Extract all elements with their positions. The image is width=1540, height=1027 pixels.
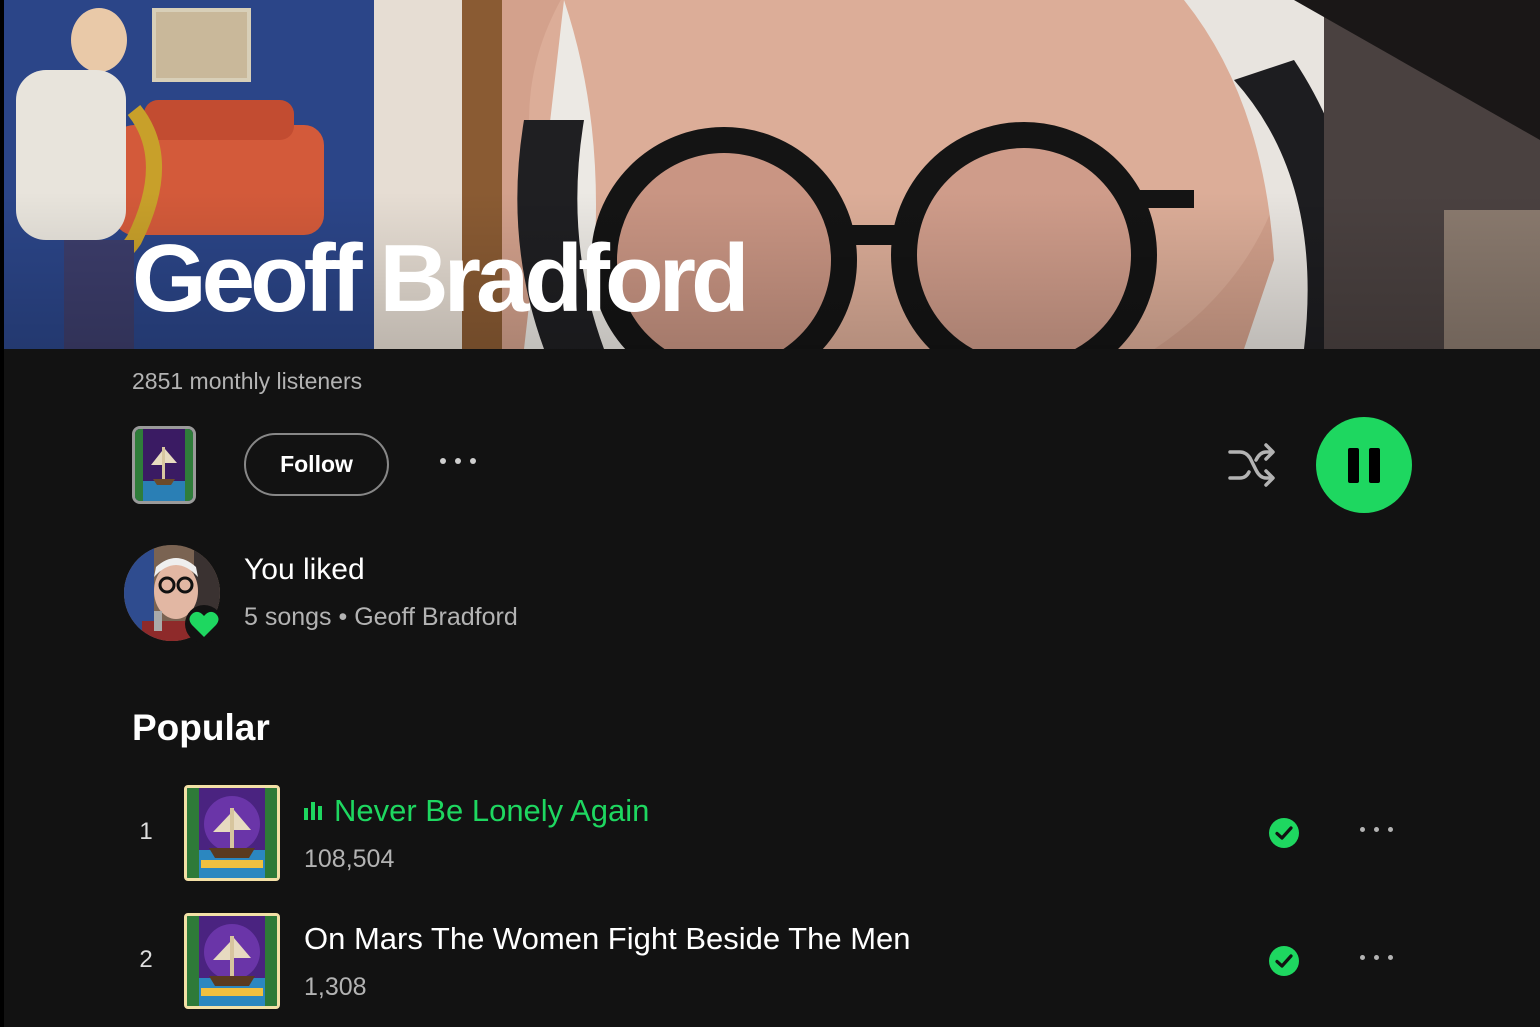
track-play-count: 1,308 <box>304 973 367 1001</box>
liked-songs-subtitle: 5 songs • Geoff Bradford <box>244 603 518 631</box>
artist-header-image: Geoff Bradford <box>4 0 1540 349</box>
track-number: 2 <box>139 946 153 973</box>
popular-heading: Popular <box>132 707 270 748</box>
track-more-button[interactable] <box>1360 827 1402 839</box>
pause-icon <box>1348 447 1359 483</box>
now-playing-equalizer-icon <box>304 802 322 820</box>
follow-button[interactable]: Follow <box>244 433 389 496</box>
shuffle-icon <box>1228 443 1275 487</box>
more-horizontal-icon <box>440 458 482 464</box>
track-play-count: 108,504 <box>304 845 395 873</box>
track-more-button[interactable] <box>1360 955 1402 967</box>
album-cover-icon <box>187 788 277 878</box>
shuffle-button[interactable] <box>1226 440 1278 490</box>
liked-songs-title[interactable]: You liked <box>244 553 365 587</box>
album-cover-icon <box>187 916 277 1006</box>
saved-check-icon[interactable] <box>1268 945 1300 977</box>
artist-pick-thumbnail[interactable] <box>132 426 196 504</box>
more-horizontal-icon <box>1360 955 1402 960</box>
track-row[interactable]: 1 Never Be Lonely Again 108,504 <box>124 785 1424 883</box>
track-row[interactable]: 2 On Mars The Women Fight Beside The Men… <box>124 913 1424 1011</box>
saved-check-icon[interactable] <box>1268 817 1300 849</box>
track-title-text: On Mars The Women Fight Beside The Men <box>304 921 911 956</box>
more-horizontal-icon <box>1360 827 1402 832</box>
track-title[interactable]: Never Be Lonely Again <box>304 793 649 829</box>
pause-button[interactable] <box>1316 417 1412 513</box>
track-title[interactable]: On Mars The Women Fight Beside The Men <box>304 921 911 957</box>
artist-page: Geoff Bradford 2851 monthly listeners Fo… <box>0 0 1540 1027</box>
heart-icon <box>185 605 223 643</box>
track-cover <box>184 913 280 1009</box>
monthly-listeners: 2851 monthly listeners <box>132 368 363 394</box>
album-cover-icon <box>135 429 193 501</box>
more-options-button[interactable] <box>440 458 482 472</box>
track-number: 1 <box>139 818 153 845</box>
track-title-text: Never Be Lonely Again <box>334 793 650 828</box>
track-cover <box>184 785 280 881</box>
artist-name: Geoff Bradford <box>132 225 750 332</box>
